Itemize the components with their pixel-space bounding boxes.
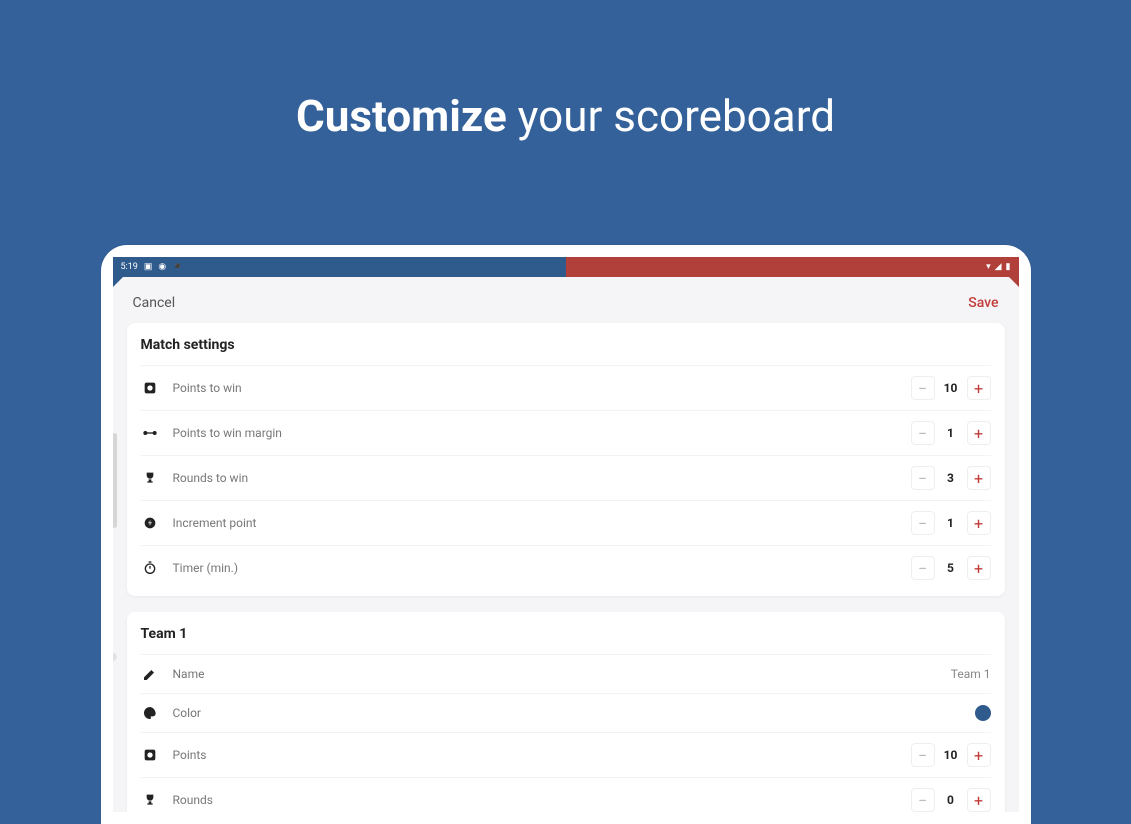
pencil-icon xyxy=(141,665,159,683)
palette-icon xyxy=(141,704,159,722)
status-app-icon: ▣ xyxy=(144,262,153,272)
decrement-button[interactable]: − xyxy=(911,511,935,535)
stepper-value: 5 xyxy=(937,561,965,575)
row-label: Rounds to win xyxy=(173,471,911,485)
row-points-to-win: Points to win − 10 + xyxy=(141,365,991,410)
row-label: Increment point xyxy=(173,516,911,530)
row-points-margin: Points to win margin − 1 + xyxy=(141,410,991,455)
increment-button[interactable]: + xyxy=(967,788,991,812)
row-increment-point: + Increment point − 1 + xyxy=(141,500,991,545)
timer-icon xyxy=(141,559,159,577)
status-time: 5:19 xyxy=(121,262,138,272)
ribbon-corner-left xyxy=(113,277,123,287)
match-settings-card: Match settings Points to win − 10 + Poin… xyxy=(127,323,1005,596)
row-label: Rounds xyxy=(173,793,911,807)
ribbon-corner-right xyxy=(1009,277,1019,287)
row-label: Points to win xyxy=(173,381,911,395)
wifi-icon: ▾ xyxy=(986,263,991,272)
stepper: − 5 + xyxy=(911,556,991,580)
status-bar-right: ▾ ◢ ▮ xyxy=(566,257,1019,277)
svg-text:+: + xyxy=(147,519,152,528)
toolbar: Cancel Save xyxy=(113,277,1019,323)
target-icon xyxy=(141,379,159,397)
hero-title: Customize your scoreboard xyxy=(0,0,1131,142)
scrollbar[interactable] xyxy=(113,433,117,528)
increment-button[interactable]: + xyxy=(967,376,991,400)
stepper-value: 3 xyxy=(937,471,965,485)
row-rounds-to-win: Rounds to win − 3 + xyxy=(141,455,991,500)
row-label: Timer (min.) xyxy=(173,561,911,575)
stepper: − 10 + xyxy=(911,376,991,400)
row-team-rounds: Rounds − 0 + xyxy=(141,777,991,812)
row-team-name[interactable]: Name Team 1 xyxy=(141,654,991,693)
trophy-icon xyxy=(141,791,159,809)
stepper: − 10 + xyxy=(911,743,991,767)
status-circle-icon: ◉ xyxy=(158,262,166,272)
row-team-color[interactable]: Color xyxy=(141,693,991,732)
team1-title: Team 1 xyxy=(141,626,991,642)
stepper: − 0 + xyxy=(911,788,991,812)
team-name-value: Team 1 xyxy=(951,667,991,681)
increment-button[interactable]: + xyxy=(967,466,991,490)
increment-icon: + xyxy=(141,514,159,532)
increment-button[interactable]: + xyxy=(967,743,991,767)
cancel-button[interactable]: Cancel xyxy=(133,295,176,311)
stepper: − 1 + xyxy=(911,421,991,445)
increment-button[interactable]: + xyxy=(967,556,991,580)
row-label: Points to win margin xyxy=(173,426,911,440)
points-icon xyxy=(141,746,159,764)
status-bar: 5:19 ▣ ◉ ◾ ▾ ◢ ▮ xyxy=(113,257,1019,277)
row-label: Name xyxy=(173,667,951,681)
stepper: − 1 + xyxy=(911,511,991,535)
tablet-screen: 5:19 ▣ ◉ ◾ ▾ ◢ ▮ Cancel Save Match setti… xyxy=(113,257,1019,812)
row-timer: Timer (min.) − 5 + xyxy=(141,545,991,590)
trophy-icon xyxy=(141,469,159,487)
decrement-button[interactable]: − xyxy=(911,421,935,445)
battery-icon: ▮ xyxy=(1006,262,1011,272)
stepper-value: 1 xyxy=(937,426,965,440)
decrement-button[interactable]: − xyxy=(911,556,935,580)
row-label: Points xyxy=(173,748,911,762)
stepper: − 3 + xyxy=(911,466,991,490)
match-settings-title: Match settings xyxy=(141,337,991,353)
row-team-points: Points − 10 + xyxy=(141,732,991,777)
content: Match settings Points to win − 10 + Poin… xyxy=(113,323,1019,812)
team1-card: Team 1 Name Team 1 Color Points − xyxy=(127,612,1005,812)
row-label: Color xyxy=(173,706,975,720)
stepper-value: 10 xyxy=(937,381,965,395)
increment-button[interactable]: + xyxy=(967,421,991,445)
scroll-indicator-dot xyxy=(113,653,117,661)
decrement-button[interactable]: − xyxy=(911,376,935,400)
team-color-swatch xyxy=(975,705,991,721)
stepper-value: 1 xyxy=(937,516,965,530)
signal-icon: ◢ xyxy=(995,263,1002,272)
status-square-icon: ◾ xyxy=(172,262,183,272)
decrement-button[interactable]: − xyxy=(911,788,935,812)
tablet-frame: 5:19 ▣ ◉ ◾ ▾ ◢ ▮ Cancel Save Match setti… xyxy=(101,245,1031,824)
status-bar-left: 5:19 ▣ ◉ ◾ xyxy=(113,257,566,277)
save-button[interactable]: Save xyxy=(968,295,998,311)
decrement-button[interactable]: − xyxy=(911,743,935,767)
stepper-value: 0 xyxy=(937,793,965,807)
stepper-value: 10 xyxy=(937,748,965,762)
margin-icon xyxy=(141,424,159,442)
decrement-button[interactable]: − xyxy=(911,466,935,490)
increment-button[interactable]: + xyxy=(967,511,991,535)
